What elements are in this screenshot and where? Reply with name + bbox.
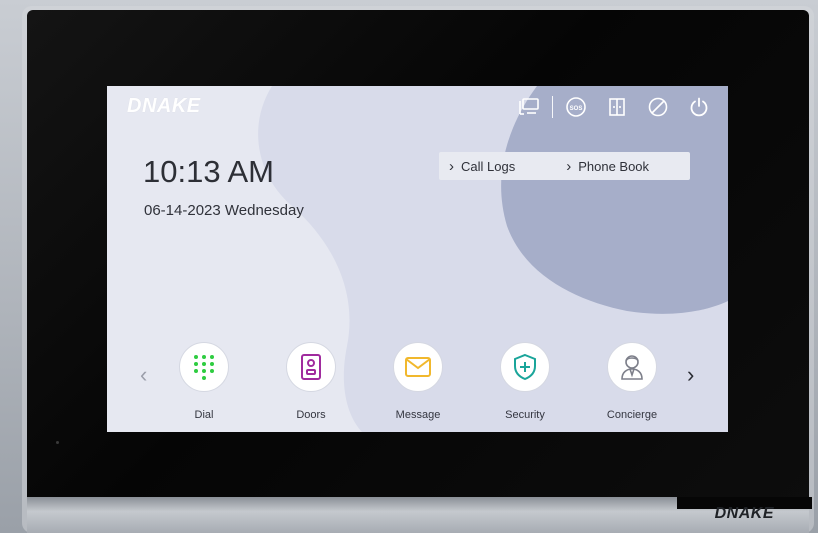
- clock-date: 06-14-2023 Wednesday: [144, 202, 304, 219]
- phone-book-label: Phone Book: [578, 158, 650, 174]
- brand-logo: DNAKE: [127, 95, 201, 117]
- app-label: Concierge: [606, 409, 658, 421]
- door-icon[interactable]: [606, 96, 628, 118]
- call-logs-label: Call Logs: [461, 158, 516, 174]
- app-label: Message: [395, 409, 441, 421]
- power-icon[interactable]: [688, 96, 710, 118]
- bezel-logo: DNAKE: [714, 505, 774, 522]
- chevron-right-icon: ›: [566, 157, 572, 175]
- door-station-icon: [286, 342, 336, 392]
- chevron-right-icon: ›: [449, 157, 454, 175]
- app-label: Dial: [194, 409, 214, 421]
- app-label: Doors: [296, 409, 326, 421]
- home-screen: DNAKE SOS 10:13 AM 06-14-2023 Wednesday …: [107, 86, 728, 432]
- svg-text:SOS: SOS: [570, 106, 583, 112]
- clock-time: 10:13 AM: [143, 154, 274, 189]
- app-concierge[interactable]: Concierge: [592, 342, 672, 421]
- app-dial[interactable]: Dial: [164, 342, 244, 421]
- status-separator: [552, 96, 553, 118]
- status-bar: SOS: [499, 96, 710, 118]
- quick-links-bar: › Call Logs › Phone Book: [439, 152, 690, 180]
- shield-plus-icon: [500, 342, 550, 392]
- sensor-dot: [56, 441, 59, 444]
- app-label: Security: [505, 409, 545, 421]
- dialpad-icon: [179, 342, 229, 392]
- app-message[interactable]: Message: [378, 342, 458, 421]
- envelope-icon: [393, 342, 443, 392]
- monitor-icon[interactable]: [518, 96, 540, 118]
- call-logs-link[interactable]: › Call Logs: [441, 158, 515, 175]
- app-doors[interactable]: Doors: [271, 342, 351, 421]
- concierge-icon: [607, 342, 657, 392]
- do-not-disturb-icon[interactable]: [647, 96, 669, 118]
- phone-book-link[interactable]: › Phone Book: [558, 158, 649, 175]
- sos-icon[interactable]: SOS: [565, 96, 587, 118]
- app-launcher: Dial Doors Message Security Concierge: [107, 342, 728, 432]
- app-security[interactable]: Security: [485, 342, 565, 421]
